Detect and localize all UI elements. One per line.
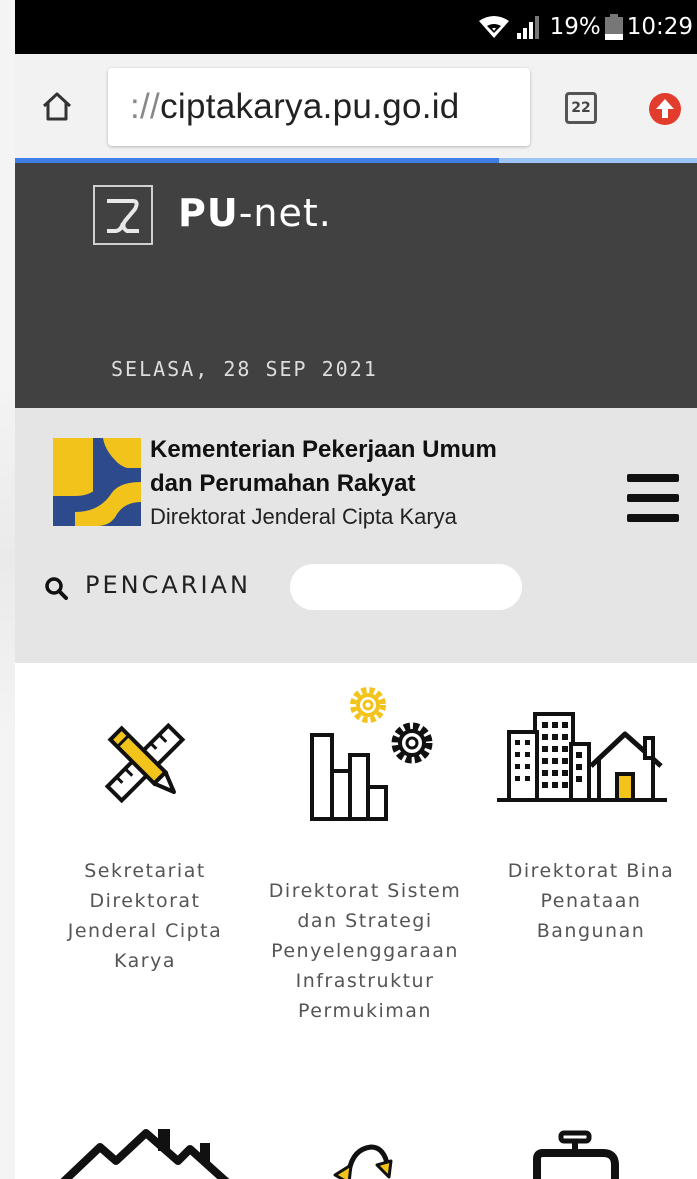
battery-percentage: 19% [549, 14, 601, 40]
home-icon [42, 92, 72, 121]
ruler-pencil-icon [104, 722, 186, 804]
menu-item-bina-penataan[interactable]: Direktorat Bina Penataan Bangunan [485, 663, 697, 963]
tab-switcher-button[interactable]: 22 [565, 92, 597, 124]
url-scheme: :// [130, 87, 161, 126]
water-tap-icon[interactable] [533, 1129, 623, 1179]
hamburger-bar [627, 514, 679, 522]
search-label: PENCARIAN [85, 571, 251, 599]
buildings-house-icon [497, 712, 667, 802]
ministry-name-line2: dan Perumahan Rakyat [150, 470, 416, 497]
tab-count: 22 [571, 100, 591, 116]
update-button[interactable] [648, 92, 682, 126]
url-bar[interactable]: ://ciptakarya.pu.go.id [108, 68, 530, 146]
houses-icon[interactable] [60, 1125, 235, 1179]
ministry-logo-icon[interactable] [53, 438, 141, 526]
search-input[interactable] [290, 564, 522, 610]
punet-logo-icon[interactable] [93, 185, 153, 245]
current-date: SELASA, 28 SEP 2021 [111, 357, 378, 381]
url-host: ciptakarya.pu.go.id [160, 87, 460, 126]
site-hero: PU-net. SELASA, 28 SEP 2021 [15, 163, 697, 408]
menu-label: Sekretariat Direktorat Jenderal Cipta Ka… [67, 860, 223, 972]
hamburger-bar [627, 494, 679, 502]
recycle-arrows-icon[interactable] [327, 1141, 397, 1179]
battery-icon [604, 14, 623, 40]
ministry-header: Kementerian Pekerjaan Umum dan Perumahan… [15, 408, 697, 663]
update-arrow-icon [649, 93, 681, 125]
chart-gears-icon [310, 687, 433, 821]
home-button[interactable] [35, 84, 79, 128]
wifi-icon [478, 16, 509, 38]
left-edge [0, 0, 15, 1179]
browser-toolbar: ://ciptakarya.pu.go.id 22 [15, 54, 697, 158]
menu-label: Direktorat Sistem dan Strategi Penyeleng… [268, 880, 462, 1022]
site-name[interactable]: PU-net. [178, 191, 332, 235]
hamburger-bar [627, 474, 679, 482]
clock: 10:29 [626, 14, 693, 40]
directorate-name: Direktorat Jenderal Cipta Karya [150, 504, 457, 529]
status-bar: 19% 10:29 [15, 0, 697, 54]
search-icon [45, 577, 68, 600]
signal-icon [516, 16, 539, 39]
menu-label: Direktorat Bina Penataan Bangunan [507, 860, 675, 942]
menu-button[interactable] [627, 474, 679, 522]
directorate-menu: Sekretariat Direktorat Jenderal Cipta Ka… [15, 663, 697, 1179]
menu-item-sistem-strategi[interactable]: Direktorat Sistem dan Strategi Penyeleng… [245, 663, 485, 1033]
ministry-name-line1: Kementerian Pekerjaan Umum [150, 436, 497, 463]
menu-item-sekretariat[interactable]: Sekretariat Direktorat Jenderal Cipta Ka… [15, 663, 245, 1003]
